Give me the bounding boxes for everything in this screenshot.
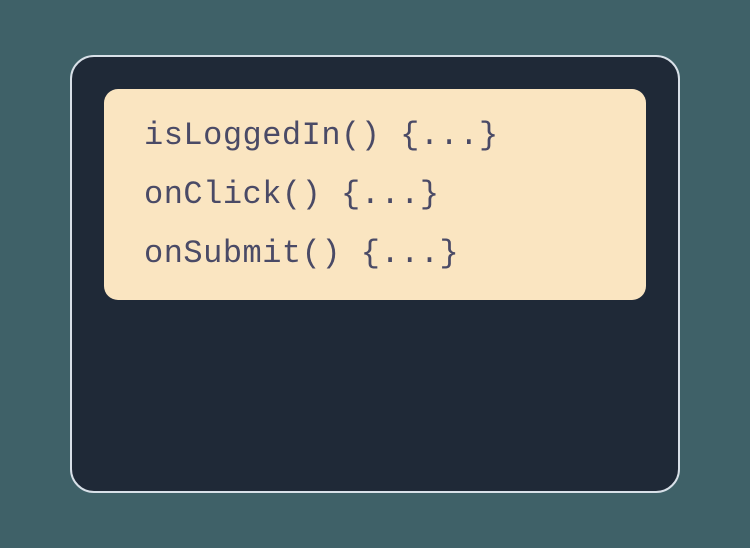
code-line: isLoggedIn() {...} [144,117,622,154]
code-line: onClick() {...} [144,176,622,213]
code-line: onSubmit() {...} [144,235,622,272]
editor-panel: isLoggedIn() {...} onClick() {...} onSub… [70,55,680,493]
code-block: isLoggedIn() {...} onClick() {...} onSub… [104,89,646,300]
